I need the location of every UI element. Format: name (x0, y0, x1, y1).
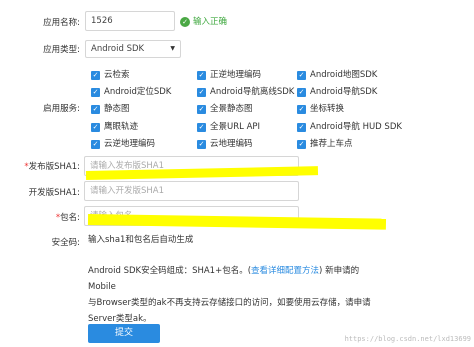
app-name-valid-indicator: ✓ 输入正确 (180, 16, 227, 28)
checkbox-checked-icon: ✓ (297, 70, 306, 80)
checkbox-checked-icon: ✓ (197, 139, 206, 149)
app-type-label: 应用类型: (43, 45, 80, 55)
app-name-label: 应用名称: (43, 18, 80, 28)
service-checkbox[interactable]: ✓ Android导航SDK (297, 86, 377, 98)
service-checkbox[interactable]: ✓ Android导航 HUD SDK (297, 121, 402, 133)
app-type-select[interactable]: Android SDK ▼ (85, 40, 181, 58)
service-label: Android导航离线SDK (210, 87, 295, 97)
config-help-link[interactable]: 查看详细配置方法 (251, 266, 319, 276)
service-checkbox[interactable]: ✓ 云检索 (91, 69, 130, 81)
note-line-2: 与Browser类型的ak不再支持云存储接口的访问，如要使用云存储，请申请 (88, 298, 371, 308)
security-note: Android SDK安全码组成：SHA1+包名。(查看详细配置方法) 新申请的… (88, 263, 378, 327)
chevron-down-icon: ▼ (170, 45, 175, 52)
checkbox-checked-icon: ✓ (297, 139, 306, 149)
service-checkbox[interactable]: ✓ 云地理编码 (197, 138, 253, 150)
watermark: https://blog.csdn.net/lxd13699 (344, 335, 471, 343)
service-label: Android导航SDK (310, 87, 378, 97)
dev-sha1-input[interactable]: 请输入开发版SHA1 (84, 181, 299, 201)
release-sha1-label: *发布版SHA1: (10, 161, 80, 173)
service-checkbox[interactable]: ✓ Android地图SDK (297, 69, 377, 81)
service-label: Android导航 HUD SDK (310, 122, 402, 132)
service-checkbox[interactable]: ✓ 正逆地理编码 (197, 69, 261, 81)
checkbox-checked-icon: ✓ (197, 122, 206, 132)
check-circle-icon: ✓ (180, 16, 190, 27)
security-code-label: 安全码: (51, 238, 80, 248)
services-label: 启用服务: (43, 104, 80, 114)
service-label: 鹰眼轨迹 (104, 122, 139, 132)
service-label: Android定位SDK (104, 87, 172, 97)
service-checkbox[interactable]: ✓ 推荐上车点 (297, 138, 353, 150)
service-checkbox[interactable]: ✓ 静态图 (91, 103, 130, 115)
submit-button[interactable]: 提交 (88, 324, 160, 343)
checkbox-checked-icon: ✓ (91, 70, 100, 80)
checkbox-checked-icon: ✓ (197, 70, 206, 80)
checkbox-checked-icon: ✓ (91, 104, 100, 114)
highlighter-mark (87, 214, 387, 230)
checkbox-checked-icon: ✓ (297, 122, 306, 132)
checkbox-checked-icon: ✓ (91, 139, 100, 149)
security-code-value: 输入sha1和包名后自动生成 (88, 235, 194, 245)
dev-sha1-label: 开发版SHA1: (28, 188, 80, 198)
service-checkbox[interactable]: ✓ 坐标转换 (297, 103, 344, 115)
service-label: 云检索 (104, 70, 130, 80)
service-checkbox[interactable]: ✓ Android定位SDK (91, 86, 171, 98)
service-label: 云地理编码 (210, 139, 253, 149)
service-label: 推荐上车点 (310, 139, 353, 149)
release-sha1-label-text: 发布版SHA1: (28, 162, 80, 172)
package-name-label-text: 包名: (60, 213, 80, 223)
service-label: 全景URL API (210, 122, 261, 132)
checkbox-checked-icon: ✓ (197, 104, 206, 114)
service-checkbox[interactable]: ✓ 鹰眼轨迹 (91, 121, 138, 133)
service-checkbox[interactable]: ✓ 全景静态图 (197, 103, 253, 115)
valid-text: 输入正确 (193, 17, 228, 27)
checkbox-checked-icon: ✓ (91, 122, 100, 132)
service-label: 静态图 (104, 104, 130, 114)
service-label: 全景静态图 (210, 104, 253, 114)
checkbox-checked-icon: ✓ (297, 104, 306, 114)
service-label: 正逆地理编码 (210, 70, 262, 80)
note-line-1: Android SDK安全码组成：SHA1+包名。(查看详细配置方法) 新申请的… (88, 263, 378, 295)
service-label: 云逆地理编码 (104, 139, 156, 149)
checkbox-checked-icon: ✓ (197, 87, 206, 97)
app-type-value: Android SDK (91, 44, 145, 54)
service-checkbox[interactable]: ✓ 云逆地理编码 (91, 138, 155, 150)
package-name-label: *包名: (10, 212, 80, 224)
service-checkbox[interactable]: ✓ Android导航离线SDK (197, 86, 294, 98)
service-checkbox[interactable]: ✓ 全景URL API (197, 121, 260, 133)
checkbox-checked-icon: ✓ (91, 87, 100, 97)
service-label: Android地图SDK (310, 70, 378, 80)
app-name-input[interactable]: 1526 (85, 11, 175, 31)
checkbox-checked-icon: ✓ (297, 87, 306, 97)
note-text: Android SDK安全码组成：SHA1+包名。( (88, 266, 252, 276)
service-label: 坐标转换 (310, 104, 345, 114)
